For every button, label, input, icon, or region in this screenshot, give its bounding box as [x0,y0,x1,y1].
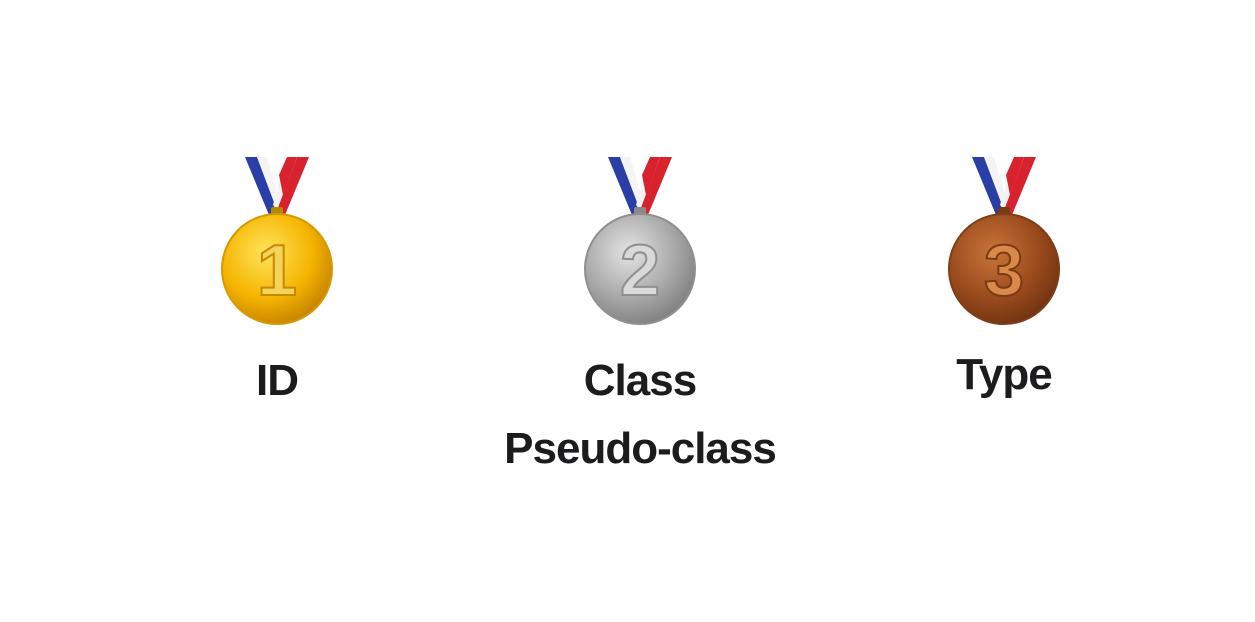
medal-rank-number: 2 [620,231,660,311]
medal-labels: Class Pseudo-class [504,347,777,483]
ribbon [608,157,672,215]
ribbon [245,157,309,215]
medal-rank-number: 1 [257,231,297,311]
label-class: Class [583,356,697,405]
silver-medal-icon: 2 [584,157,696,325]
ribbon [972,157,1036,215]
medal-column-gold: 1 ID [97,155,457,415]
label-pseudo-class: Pseudo-class [504,424,777,473]
medal-column-bronze: 3 Type [824,155,1184,409]
bronze-medal-icon: 3 [948,157,1060,325]
gold-medal-icon: 1 [221,157,333,325]
medal-labels: ID [256,347,299,415]
medal-rank-number: 3 [984,231,1024,311]
label-type: Type [956,350,1052,399]
label-id: ID [256,356,299,405]
medal-column-silver: 2 Class Pseudo-class [460,155,820,483]
medal-labels: Type [956,341,1052,409]
